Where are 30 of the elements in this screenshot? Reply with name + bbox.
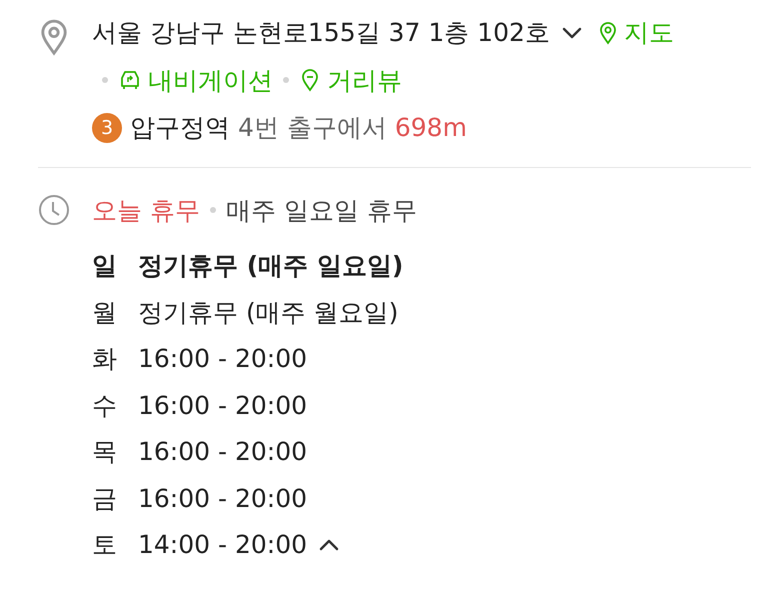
distance-text: 698m xyxy=(394,112,467,144)
street-view-link[interactable]: 거리뷰 xyxy=(299,62,402,99)
status-text: 오늘 휴무 xyxy=(92,194,200,226)
exit-text: 4번 출구에서 xyxy=(238,112,387,144)
subway-line-badge: 3 xyxy=(92,112,122,143)
location-pin-icon xyxy=(598,20,618,45)
hours-text: 14:00 - 20:00 xyxy=(138,529,308,561)
weekday-label: 금 xyxy=(92,482,118,514)
weekday-label: 수 xyxy=(92,390,118,422)
chevron-up-icon[interactable] xyxy=(319,538,340,551)
car-icon xyxy=(118,69,142,92)
weekday-label: 목 xyxy=(92,436,118,468)
station-name: 압구정역 xyxy=(130,112,230,144)
chevron-down-icon[interactable] xyxy=(562,26,582,39)
hours-text: 정기휴무 (매주 월요일) xyxy=(138,296,398,328)
weekday-label: 일 xyxy=(92,250,118,282)
closed-note: 매주 일요일 휴무 xyxy=(226,194,417,226)
hours-text: 16:00 - 20:00 xyxy=(138,343,308,375)
navigation-link[interactable]: 내비게이션 xyxy=(118,62,273,99)
hours-text: 16:00 - 20:00 xyxy=(138,390,308,422)
weekday-label: 화 xyxy=(92,343,118,375)
weekday-label: 토 xyxy=(92,529,118,561)
map-link[interactable]: 지도 xyxy=(598,14,674,52)
hours-text: 16:00 - 20:00 xyxy=(138,436,308,468)
pin-minus-icon xyxy=(299,68,321,92)
hours-text: 16:00 - 20:00 xyxy=(138,482,308,514)
clock-icon xyxy=(38,194,70,226)
address-text: 서울 강남구 논현로155길 37 1층 102호 xyxy=(92,17,550,49)
weekday-label: 월 xyxy=(92,296,118,328)
hours-text: 정기휴무 (매주 일요일) xyxy=(138,250,404,282)
